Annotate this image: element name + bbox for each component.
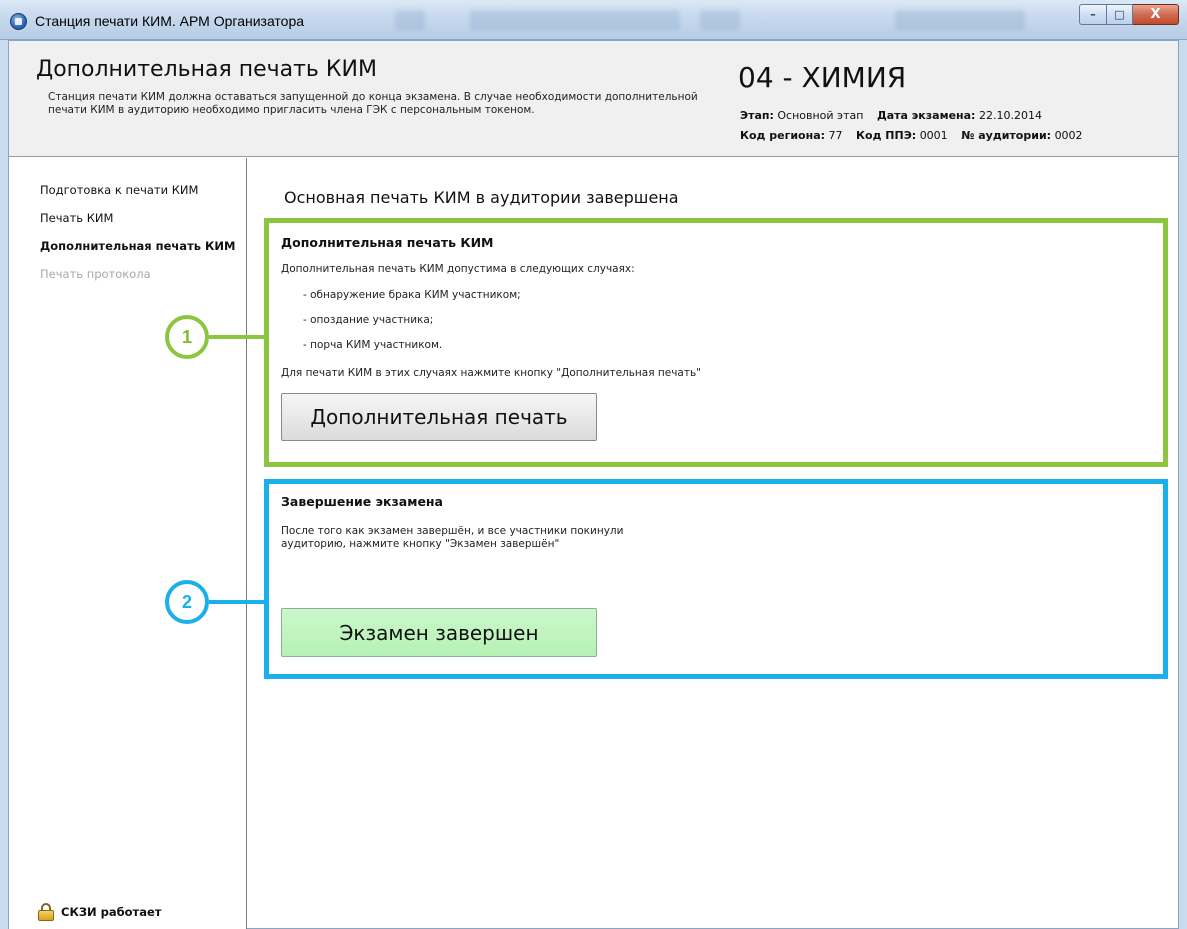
ppe-value: 0001 xyxy=(919,129,948,142)
room-label: № аудитории: xyxy=(961,129,1052,142)
extra-print-panel: Дополнительная печать КИМ Дополнительная… xyxy=(264,218,1168,467)
extra-print-instruction: Для печати КИМ в этих случаях нажмите кн… xyxy=(281,367,701,379)
extra-print-intro: Дополнительная печать КИМ допустима в сл… xyxy=(281,263,635,275)
region-value: 77 xyxy=(828,129,843,142)
main-title: Основная печать КИМ в аудитории завершен… xyxy=(284,188,679,207)
sidebar: Подготовка к печати КИМ Печать КИМ Допол… xyxy=(9,158,247,929)
stage-label: Этап: xyxy=(740,109,774,122)
client-area: Дополнительная печать КИМ Станция печати… xyxy=(8,40,1179,929)
finish-exam-title: Завершение экзамена xyxy=(281,494,443,509)
callout-connector xyxy=(209,600,264,604)
finish-exam-text: После того как экзамен завершён, и все у… xyxy=(281,525,624,550)
close-button[interactable]: X xyxy=(1133,4,1179,25)
stage-value: Основной этап xyxy=(777,109,864,122)
exam-date-label: Дата экзамена: xyxy=(876,109,976,122)
region-label: Код региона: xyxy=(740,129,826,142)
finish-exam-button[interactable]: Экзамен завершен xyxy=(281,608,597,657)
header: Дополнительная печать КИМ Станция печати… xyxy=(9,41,1178,157)
maximize-button[interactable]: □ xyxy=(1107,4,1133,25)
background-blur xyxy=(700,10,740,30)
header-description: Станция печати КИМ должна оставаться зап… xyxy=(48,91,698,116)
app-window: Станция печати КИМ. АРМ Организатора – □… xyxy=(0,0,1187,929)
title-bar[interactable]: Станция печати КИМ. АРМ Организатора – □… xyxy=(0,0,1187,40)
exam-subject: 04 - ХИМИЯ xyxy=(738,61,907,94)
room-value: 0002 xyxy=(1054,129,1083,142)
finish-exam-panel: Завершение экзамена После того как экзам… xyxy=(264,479,1168,679)
list-item: - опоздание участника; xyxy=(303,314,434,326)
crypto-status: СКЗИ работает xyxy=(61,905,162,919)
callout-badge: 1 xyxy=(165,315,209,359)
sidebar-item-extra-print[interactable]: Дополнительная печать КИМ xyxy=(40,239,235,253)
exam-date-value: 22.10.2014 xyxy=(978,109,1042,122)
lock-icon xyxy=(38,903,54,921)
ppe-label: Код ППЭ: xyxy=(856,129,917,142)
exam-meta-row-1: Этап: Основной этап Дата экзамена: 22.10… xyxy=(740,109,1042,122)
app-icon xyxy=(10,13,27,30)
sidebar-item-print[interactable]: Печать КИМ xyxy=(40,211,113,225)
window-controls: – □ X xyxy=(1079,4,1179,26)
minimize-button[interactable]: – xyxy=(1079,4,1107,25)
sidebar-item-prepare-print[interactable]: Подготовка к печати КИМ xyxy=(40,183,198,197)
page-title: Дополнительная печать КИМ xyxy=(36,57,377,82)
callout-connector xyxy=(209,335,264,339)
sidebar-item-print-protocol: Печать протокола xyxy=(40,267,151,281)
list-item: - порча КИМ участником. xyxy=(303,339,443,351)
callout-badge: 2 xyxy=(165,580,209,624)
background-blur xyxy=(395,10,425,30)
window-title: Станция печати КИМ. АРМ Организатора xyxy=(35,13,305,29)
list-item: - обнаружение брака КИМ участником; xyxy=(303,289,521,301)
exam-meta-row-2: Код региона: 77 Код ППЭ: 0001 № аудитори… xyxy=(740,129,1083,142)
extra-print-title: Дополнительная печать КИМ xyxy=(281,235,494,250)
extra-print-button[interactable]: Дополнительная печать xyxy=(281,393,597,441)
background-blur xyxy=(895,10,1025,30)
background-blur xyxy=(470,10,680,30)
